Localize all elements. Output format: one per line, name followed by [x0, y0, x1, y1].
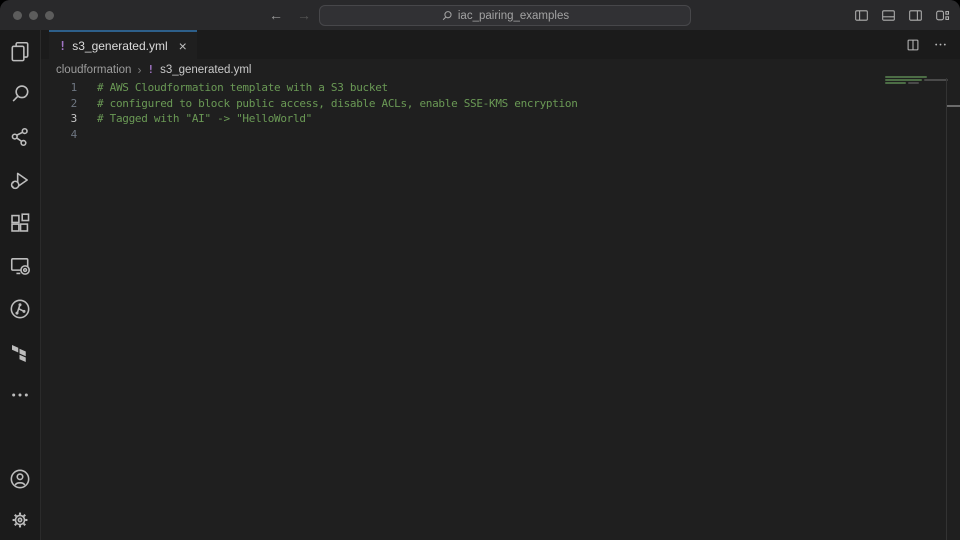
line-text — [77, 127, 97, 143]
code-line: 1 # AWS Cloudformation template with a S… — [41, 80, 960, 96]
remote-explorer-icon[interactable] — [8, 254, 32, 278]
extensions-icon[interactable] — [8, 211, 32, 235]
line-number: 4 — [41, 127, 77, 143]
title-bar: ← → iac_pairing_examples — [0, 0, 960, 30]
vscode-window: ← → iac_pairing_examples — [0, 0, 960, 540]
activity-bar-bottom — [8, 467, 32, 532]
go-forward-icon[interactable]: → — [297, 7, 311, 23]
go-back-icon[interactable]: ← — [269, 7, 283, 23]
command-center-text: iac_pairing_examples — [458, 10, 569, 22]
workbench: ! s3_generated.yml × — [0, 30, 960, 540]
code-line: 4 — [41, 127, 960, 143]
activity-bar — [0, 30, 41, 540]
close-window-button[interactable] — [13, 11, 22, 20]
zoom-window-button[interactable] — [45, 11, 54, 20]
line-text: # Tagged with "AI" -> "HelloWorld" — [77, 111, 312, 127]
minimap-line — [885, 82, 906, 84]
code-line: 2 # configured to block public access, d… — [41, 96, 960, 112]
toggle-primary-sidebar-icon[interactable] — [854, 8, 869, 23]
line-number: 3 — [41, 111, 77, 127]
minimap-line — [924, 79, 948, 81]
window-controls — [0, 11, 54, 20]
minimap-line — [908, 82, 919, 84]
split-editor-icon[interactable] — [906, 38, 920, 52]
settings-gear-icon[interactable] — [8, 508, 32, 532]
toggle-panel-icon[interactable] — [881, 8, 896, 23]
line-text: # configured to block public access, dis… — [77, 96, 578, 112]
history-navigation: ← → — [269, 0, 311, 30]
customize-layout-icon[interactable] — [935, 8, 950, 23]
more-actions-icon[interactable] — [933, 37, 948, 52]
minimap-line — [885, 79, 922, 81]
breadcrumb: cloudformation › ! s3_generated.yml — [41, 59, 960, 80]
tab-label: s3_generated.yml — [72, 39, 167, 53]
more-views-icon[interactable] — [8, 383, 32, 407]
accounts-icon[interactable] — [8, 467, 32, 491]
toggle-secondary-sidebar-icon[interactable] — [908, 8, 923, 23]
line-number: 2 — [41, 96, 77, 112]
code-editor[interactable]: 1 # AWS Cloudformation template with a S… — [41, 80, 960, 142]
terraform-icon[interactable] — [8, 340, 32, 364]
breadcrumb-folder[interactable]: cloudformation — [56, 64, 131, 76]
editor-group: ! s3_generated.yml × — [41, 30, 960, 540]
run-and-debug-icon[interactable] — [8, 168, 32, 192]
minimize-window-button[interactable] — [29, 11, 38, 20]
editor-actions — [906, 30, 948, 59]
code-line-active: 3 # Tagged with "AI" -> "HelloWorld" — [41, 111, 960, 127]
line-text: # AWS Cloudformation template with a S3 … — [77, 80, 388, 96]
source-control-icon[interactable] — [8, 125, 32, 149]
search-icon — [441, 10, 453, 22]
close-tab-icon[interactable]: × — [179, 39, 187, 53]
search-sidebar-icon[interactable] — [8, 82, 32, 106]
yaml-file-icon: ! — [59, 39, 66, 53]
line-number: 1 — [41, 80, 77, 96]
activity-bar-top — [8, 39, 32, 407]
overview-ruler-border — [946, 78, 947, 540]
yaml-file-icon: ! — [147, 63, 154, 76]
layout-controls — [854, 0, 950, 30]
tab-bar: ! s3_generated.yml × — [41, 30, 960, 59]
explorer-icon[interactable] — [8, 39, 32, 63]
minimap-line — [885, 76, 927, 78]
breadcrumb-separator: › — [137, 63, 141, 77]
breadcrumb-file[interactable]: s3_generated.yml — [160, 64, 251, 76]
command-center-search[interactable]: iac_pairing_examples — [319, 5, 691, 26]
commit-graph-icon[interactable] — [8, 297, 32, 321]
tab-s3-generated-yml[interactable]: ! s3_generated.yml × — [49, 30, 197, 59]
overview-ruler-cursor-marker — [947, 105, 960, 107]
